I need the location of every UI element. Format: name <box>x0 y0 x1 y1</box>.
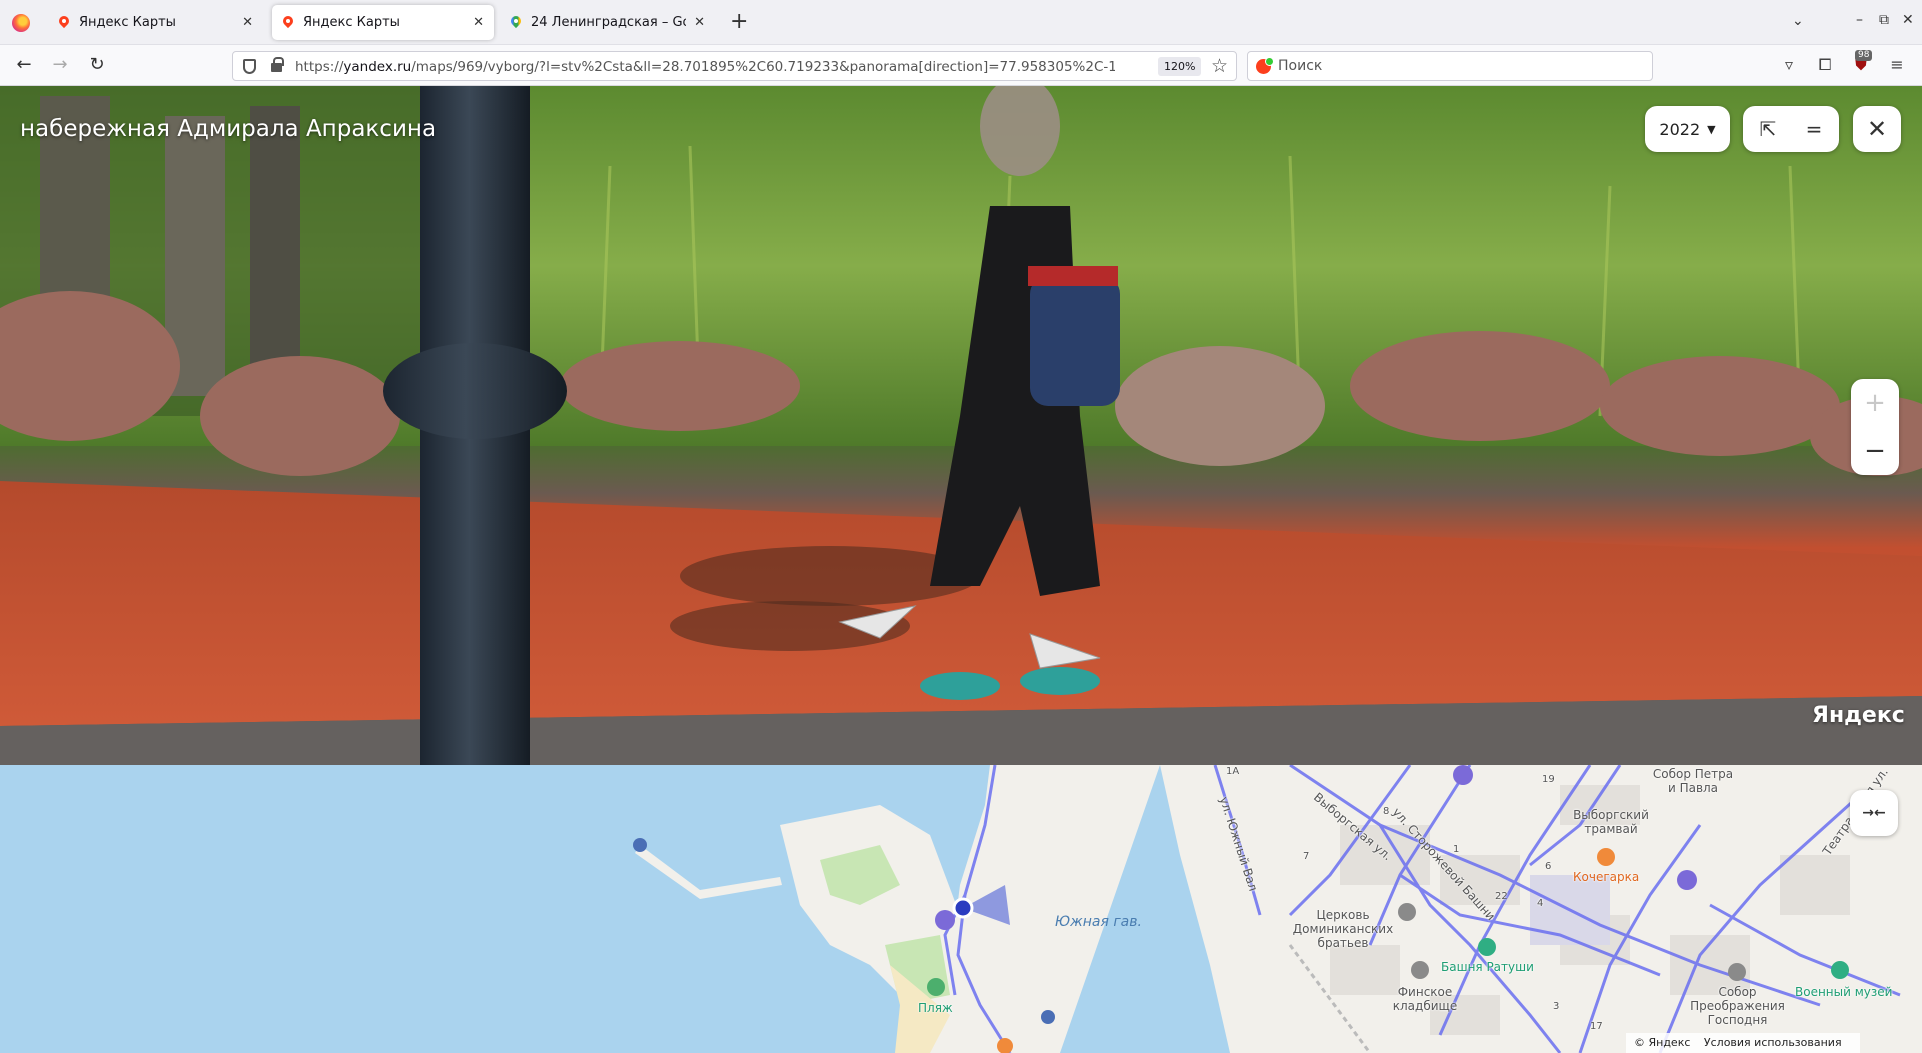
tab-title: Яндекс Карты <box>79 15 176 30</box>
map-footer: © Яндекс Условия использования <box>1626 1033 1860 1053</box>
map-house-number: 4 <box>1537 898 1544 909</box>
zoom-in-icon[interactable]: + <box>1851 379 1899 427</box>
browser-nav-bar: ← → ↻ https://yandex.ru/maps/969/vyborg/… <box>0 45 1922 86</box>
map-house-number: 1 <box>1453 844 1460 855</box>
lock-icon[interactable] <box>271 57 284 72</box>
list-all-tabs-chevron-icon[interactable]: ⌄ <box>1792 13 1804 29</box>
close-tab-icon[interactable]: ✕ <box>473 15 484 30</box>
firefox-logo-icon[interactable] <box>12 14 30 32</box>
zoom-level-badge[interactable]: 120% <box>1158 57 1202 76</box>
panorama-actions-group: ⇱ = <box>1743 106 1839 152</box>
close-panorama-button[interactable]: ✕ <box>1853 106 1901 152</box>
address-bar[interactable]: https://yandex.ru/maps/969/vyborg/?l=stv… <box>232 51 1237 81</box>
new-tab-button[interactable]: + <box>730 10 748 34</box>
tab-yandex-maps-2[interactable]: Яндекс Карты ✕ <box>272 5 494 40</box>
open-external-icon[interactable]: ⇱ <box>1755 116 1781 142</box>
panorama-year-value: 2022 <box>1659 119 1701 139</box>
panorama-scene <box>0 86 1922 765</box>
map-label-beach: Пляж <box>918 1001 953 1015</box>
google-maps-pin-icon <box>510 15 522 31</box>
collapse-map-button[interactable]: →← <box>1850 790 1898 836</box>
minimap[interactable]: Южная гав. Пляж Выборгский трамвай Кочег… <box>0 765 1922 1053</box>
yandex-maps-pin-icon <box>282 15 294 31</box>
url-scheme: https:// <box>295 59 344 75</box>
tracking-protection-shield-icon[interactable] <box>243 59 256 74</box>
tab-title: 24 Ленинградская – Google <box>531 15 686 30</box>
yandex-maps-pin-icon <box>58 15 70 31</box>
map-house-number: 19 <box>1542 774 1555 785</box>
panorama-zoom-control: + − <box>1851 379 1899 475</box>
tab-google-maps[interactable]: 24 Ленинградская – Google ✕ <box>500 5 715 40</box>
search-bar[interactable]: Поиск <box>1247 51 1653 81</box>
map-label-south-harbor: Южная гав. <box>1055 914 1142 930</box>
map-label-tram: Выборгский трамвай <box>1573 808 1649 836</box>
ublock-count-badge: 98 <box>1855 50 1873 61</box>
url-host: yandex.ru <box>343 59 412 75</box>
tab-title: Яндекс Карты <box>303 15 400 30</box>
close-window-icon[interactable]: ✕ <box>1902 12 1914 28</box>
map-house-number: 1А <box>1226 766 1240 777</box>
map-label-finnish-cemetery: Финское кладбище <box>1392 985 1458 1013</box>
map-house-number: 17 <box>1590 1021 1603 1032</box>
map-label-cathedral-peter-paul: Собор Петра и Павла <box>1652 767 1734 795</box>
close-tab-icon[interactable]: ✕ <box>694 15 705 30</box>
dropdown-caret-icon: ▼ <box>1707 122 1716 136</box>
restore-window-icon[interactable]: ⧉ <box>1879 12 1889 28</box>
map-terms-link[interactable]: Условия использования <box>1704 1036 1842 1049</box>
url-path: /maps/969/vyborg/?l=stv%2Csta&ll=28.7018… <box>411 59 1115 75</box>
menu-lines-icon[interactable]: = <box>1801 116 1827 142</box>
map-house-number: 3 <box>1553 1001 1560 1012</box>
panorama-street-title: набережная Адмирала Апраксина <box>20 116 437 142</box>
back-arrow-icon[interactable]: ← <box>11 53 37 77</box>
map-house-number: 22 <box>1495 891 1508 902</box>
map-copyright: © Яндекс <box>1634 1036 1691 1049</box>
extensions-puzzle-icon[interactable]: ⧠ <box>1813 53 1837 77</box>
bookmark-star-icon[interactable]: ☆ <box>1211 55 1228 77</box>
map-house-number: 6 <box>1545 861 1552 872</box>
tab-yandex-maps-1[interactable]: Яндекс Карты ✕ <box>48 5 263 40</box>
menu-hamburger-icon[interactable]: ≡ <box>1885 53 1909 77</box>
street-panorama-view[interactable]: набережная Адмирала Апраксина 2022 ▼ ⇱ =… <box>0 86 1922 765</box>
yandex-logo: Яндекс <box>1812 703 1905 728</box>
map-label-cathedral-transfiguration: Собор Преображения Господня <box>1690 985 1785 1027</box>
browser-tab-bar: Яндекс Карты ✕ Яндекс Карты ✕ 24 Ленингр… <box>0 0 1922 45</box>
map-label-church-dominican: Церковь Доминиканских братьев <box>1292 908 1394 950</box>
minimize-window-icon[interactable]: – <box>1856 12 1863 28</box>
zoom-out-icon[interactable]: − <box>1851 427 1899 475</box>
panorama-year-dropdown[interactable]: 2022 ▼ <box>1645 106 1730 152</box>
map-house-number: 8 <box>1383 806 1390 817</box>
map-label-town-hall-tower: Башня Ратуши <box>1441 960 1534 974</box>
map-house-number: 7 <box>1303 851 1310 862</box>
pocket-icon[interactable]: ▿ <box>1777 53 1801 77</box>
search-input[interactable]: Поиск <box>1278 58 1322 74</box>
map-label-kochegarka: Кочегарка <box>1573 870 1640 884</box>
reload-icon[interactable]: ↻ <box>84 53 110 77</box>
map-label-military-museum: Военный музей <box>1795 985 1893 999</box>
url-text[interactable]: https://yandex.ru/maps/969/vyborg/?l=stv… <box>295 59 1115 75</box>
forward-arrow-icon[interactable]: → <box>47 53 73 77</box>
close-tab-icon[interactable]: ✕ <box>242 15 253 30</box>
yandex-search-engine-icon <box>1256 57 1274 74</box>
